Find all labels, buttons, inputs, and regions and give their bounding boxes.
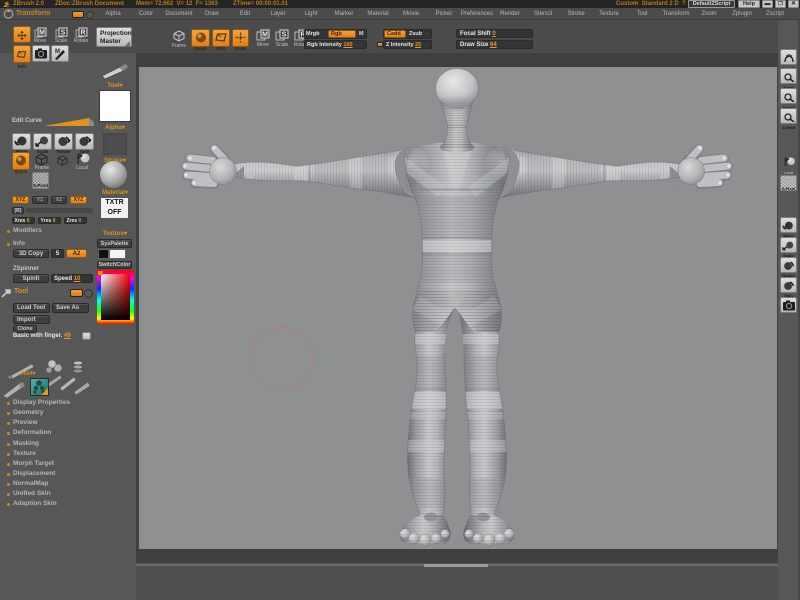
svg-text:M: M: [39, 30, 45, 37]
svg-text:M: M: [55, 49, 60, 55]
svg-text:S: S: [282, 32, 287, 39]
svg-text:M: M: [262, 32, 268, 39]
svg-text:R: R: [80, 30, 85, 37]
svg-text:S: S: [61, 30, 66, 37]
